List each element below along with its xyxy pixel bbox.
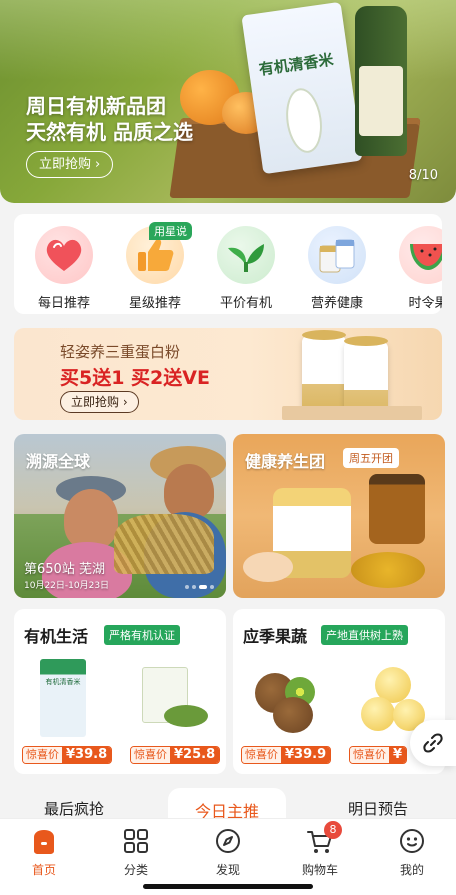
heart-icon — [35, 226, 93, 284]
trace-global-tile[interactable]: 溯源全球 第650站 芜湖 10月22日-10月23日 — [14, 434, 226, 598]
milk-powder-icon — [308, 226, 366, 284]
share-link-button[interactable] — [410, 720, 456, 766]
card-badge: 产地直供树上熟 — [321, 625, 408, 645]
rice-grain-graphic — [282, 85, 326, 156]
price-tag: 惊喜价 ¥39.8 — [22, 746, 113, 764]
price-value: ¥39.9 — [281, 747, 331, 763]
category-label: 平价有机 — [219, 296, 272, 311]
price-tag: 惊喜价 ¥ — [349, 746, 408, 764]
tile-chip: 周五开团 — [343, 448, 399, 468]
wheat-bundle-image — [114, 514, 214, 574]
home-indicator — [143, 884, 313, 889]
health-group-tile[interactable]: 健康养生团 周五开团 — [233, 434, 445, 598]
category-item-nutrition[interactable]: 营养健康 — [297, 226, 377, 311]
nav-label: 我的 — [399, 863, 424, 877]
product-pedestal — [282, 406, 422, 420]
kiwi-product-image-2 — [273, 697, 313, 733]
price-label: 惊喜价 — [242, 747, 281, 763]
card-badge: 严格有机认证 — [104, 625, 180, 645]
tile-title: 健康养生团 — [245, 452, 326, 471]
rice-bag-product-image[interactable]: 有机清香米 — [40, 659, 86, 737]
cart-icon: 8 — [306, 821, 342, 855]
hero-line1: 周日有机新品团 — [26, 94, 166, 118]
home-icon — [30, 827, 58, 855]
cart-count-badge: 8 — [324, 821, 342, 839]
hero-headline: 周日有机新品团 天然有机 品质之选 — [26, 93, 193, 145]
nav-label: 购物车 — [301, 863, 338, 877]
category-tag: 用星说 — [149, 222, 192, 240]
compass-icon — [214, 827, 242, 855]
tile-title: 溯源全球 — [26, 452, 91, 471]
category-item-affordable[interactable]: 平价有机 — [206, 226, 286, 311]
price-value: ¥ — [389, 747, 407, 763]
tab-tomorrow-preview[interactable]: 明日预告 — [348, 798, 408, 819]
price-value: ¥25.8 — [170, 747, 220, 763]
price-label: 惊喜价 — [350, 747, 389, 763]
nav-item-category[interactable]: 分类 — [96, 827, 176, 878]
promo-buy-button[interactable]: 立即抢购 › — [60, 391, 139, 413]
carousel-dots — [185, 585, 214, 589]
nav-label: 分类 — [123, 863, 148, 877]
price-label: 惊喜价 — [23, 747, 62, 763]
category-label: 营养健康 — [310, 296, 363, 311]
farmer-face-image — [64, 489, 118, 549]
category-item-star[interactable]: 用星说 星级推荐 — [115, 222, 195, 311]
category-row: 每日推荐 用星说 星级推荐 平价有机 营养健康 时令果 — [14, 214, 442, 314]
millet-bowl-image — [351, 552, 425, 588]
price-label: 惊喜价 — [131, 747, 170, 763]
honey-jar-image — [369, 474, 425, 544]
rice-bag-product-label: 有机清香米 — [45, 678, 81, 686]
nav-item-cart[interactable]: 8 购物车 — [280, 821, 360, 878]
category-label: 时令果 — [408, 296, 442, 311]
hero-line2: 天然有机 品质之选 — [26, 120, 193, 144]
nav-item-discover[interactable]: 发现 — [188, 827, 268, 878]
link-icon — [423, 733, 443, 753]
promo-offer: 买5送1 买2送VE — [60, 367, 210, 389]
nav-label: 首页 — [31, 863, 56, 877]
category-label: 每日推荐 — [37, 296, 90, 311]
rice-bag-label: 有机清香米 — [257, 50, 335, 79]
price-tag: 惊喜价 ¥39.9 — [241, 746, 332, 764]
category-label: 星级推荐 — [128, 296, 181, 311]
category-item-seasonal[interactable]: 时令果 — [388, 226, 442, 311]
promo-buy-label: 立即抢购 — [71, 395, 120, 409]
price-value: ¥39.8 — [62, 747, 112, 763]
tile-dates: 10月22日-10月23日 — [24, 581, 110, 591]
protein-promo-banner[interactable]: 轻姿养三重蛋白粉 买5送1 买2送VE 立即抢购 › — [14, 328, 442, 420]
tab-last-rush[interactable]: 最后疯抢 — [44, 798, 104, 819]
tea-leaves-image — [164, 705, 208, 727]
nav-label: 发现 — [215, 863, 240, 877]
profile-icon — [398, 827, 426, 855]
card-title: 有机生活 — [24, 627, 89, 646]
category-item-daily[interactable]: 每日推荐 — [24, 226, 104, 311]
pear-product-image-2 — [361, 697, 395, 731]
hero-banner[interactable]: 有机清香米 周日有机新品团 天然有机 品质之选 立即抢购 › 8/10 — [0, 0, 456, 203]
farmer2-face-image — [164, 464, 214, 519]
promo-title: 轻姿养三重蛋白粉 — [60, 343, 181, 361]
carousel-counter: 8/10 — [408, 168, 438, 183]
organic-life-card[interactable]: 有机生活 严格有机认证 有机清香米 惊喜价 ¥39.8 惊喜价 ¥25.8 — [14, 609, 226, 774]
hero-buy-label: 立即抢购 — [39, 156, 92, 172]
protein-can-image — [302, 330, 346, 416]
oil-bottle-image — [355, 6, 407, 156]
leaf-icon — [217, 226, 275, 284]
bowl-image — [243, 552, 293, 582]
grid-icon — [122, 827, 150, 855]
tile-station: 第650站 芜湖 — [24, 562, 105, 577]
nav-item-home[interactable]: 首页 — [4, 827, 84, 878]
chevron-right-icon: › — [95, 156, 101, 172]
chevron-right-icon: › — [122, 395, 128, 409]
nav-item-profile[interactable]: 我的 — [372, 827, 452, 878]
price-tag: 惊喜价 ¥25.8 — [130, 746, 221, 764]
watermelon-icon — [399, 226, 442, 284]
hero-buy-button[interactable]: 立即抢购 › — [26, 151, 114, 178]
card-title: 应季果蔬 — [243, 627, 308, 646]
section-tabs: 最后疯抢 今日主推 明日预告 — [0, 786, 456, 822]
tab-today-main[interactable]: 今日主推 — [168, 788, 286, 822]
